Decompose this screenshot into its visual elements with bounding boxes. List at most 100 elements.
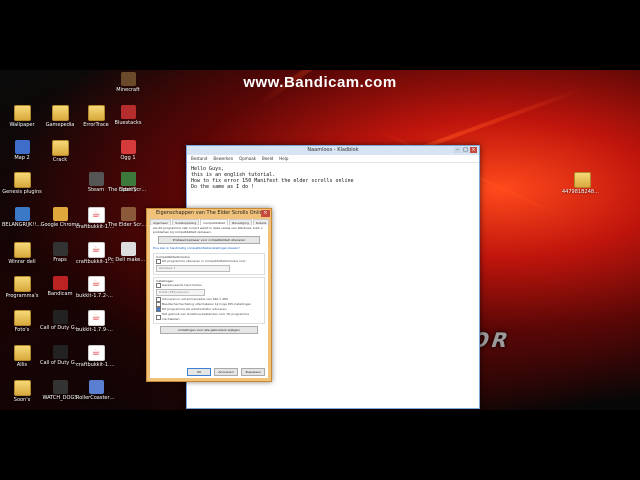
desktop-icon[interactable]: Ogg 1 (108, 140, 148, 161)
desktop-icon-label: The Elder Scrolls Online (108, 187, 148, 193)
desktop-icon[interactable]: Fraps (40, 242, 80, 263)
compat-os-select[interactable]: Windows 7 (156, 265, 230, 272)
app-icon (52, 276, 68, 290)
menu-bestand[interactable]: Bestand (191, 155, 207, 162)
desktop-icon-label: BELANGRIJK!!!!! (2, 222, 42, 228)
settings-group: Instellingen Gereduceerde kleurmodus 8-b… (153, 277, 265, 324)
desktop-icon-label: ErrorTrace (83, 122, 109, 128)
desktop-icon-label: Foto's (14, 327, 30, 333)
java-icon (87, 345, 105, 361)
app-icon (120, 140, 136, 154)
notepad-text-area[interactable]: Hello Guys, this is an english tutorial.… (187, 163, 479, 193)
checkbox-box[interactable] (156, 314, 161, 320)
desktop-icon[interactable]: Map 2 (2, 140, 42, 161)
setting-reduced-color[interactable]: Gereduceerde kleurmodus (156, 283, 262, 288)
desktop-icon-label: Wallpaper (9, 122, 35, 128)
desktop-icon[interactable]: bukkit-1.7.2-R0.1 (76, 276, 116, 299)
app-icon (52, 207, 68, 221)
app-icon (120, 72, 136, 86)
app-icon (52, 345, 68, 359)
desktop-icon-label: Call of Duty Ghosts (40, 360, 80, 366)
desktop-icon[interactable]: Wallpaper (2, 105, 42, 128)
app-icon (14, 207, 30, 221)
desktop-icon-label: bukkit-1.7.2-R0.1 (76, 293, 116, 299)
apply-button[interactable]: Toepassen (241, 368, 265, 376)
setting-label: Gereduceerde kleurmodus (162, 283, 202, 287)
dialog-close-button[interactable]: × (261, 210, 270, 217)
desktop-icon[interactable]: The Elder Scrolls Online (108, 207, 148, 228)
desktop-icon-label: RollerCoaster Tycoon 3 (76, 395, 116, 401)
app-icon (120, 172, 136, 186)
desktop-icon-label: Programma's (5, 293, 39, 299)
desktop-icon[interactable]: BELANGRIJK!!!!! (2, 207, 42, 228)
menu-help[interactable]: Help (279, 155, 288, 162)
maximize-button[interactable]: □ (462, 147, 469, 153)
desktop-icon[interactable]: Genesis plugins (2, 172, 42, 195)
menu-beeld[interactable]: Beeld (262, 155, 273, 162)
tab-snelkoppeling[interactable]: Snelkoppeling (172, 219, 200, 225)
desktop-icon[interactable]: Bandicam (40, 276, 80, 297)
tab-compatibiliteit[interactable]: Compatibiliteit (200, 219, 229, 225)
desktop-icon-label: WATCH_DOGS (42, 395, 78, 401)
desktop-icon[interactable]: Allis (2, 345, 42, 368)
properties-dialog[interactable]: Eigenschappen van The Elder Scrolls Onli… (146, 208, 272, 382)
checkbox-box-checked[interactable] (156, 307, 161, 312)
tab-algemeen[interactable]: Algemeen (150, 219, 172, 225)
desktop-icon-label: Allis (16, 362, 28, 368)
dialog-titlebar[interactable]: Eigenschappen van The Elder Scrolls Onli… (147, 209, 271, 218)
desktop-icon[interactable]: Foto's (2, 310, 42, 333)
desktop-icon[interactable]: WATCH_DOGS (40, 380, 80, 401)
desktop-icon[interactable]: Call of Duty Ghosts - Multiplayer (40, 310, 80, 331)
notepad-title: Naamloos - Kladblok (307, 147, 359, 153)
setting-onedrive[interactable]: Het gebruik van OneDrive-bestanden voor … (156, 312, 262, 322)
recording-watermark: www.Bandicam.com (243, 74, 397, 91)
desktop-icon-label: Crack (52, 157, 68, 163)
troubleshoot-button[interactable]: Probleemoplosser voor compatibiliteit ui… (158, 236, 260, 244)
folder-icon (13, 172, 31, 188)
minimize-button[interactable]: – (454, 147, 461, 153)
java-icon (87, 242, 105, 258)
menu-bewerken[interactable]: Bewerken (213, 155, 233, 162)
close-button[interactable]: × (470, 147, 477, 153)
desktop-icon[interactable]: Gamepedia (40, 105, 80, 128)
desktop-icon[interactable]: Soon's (2, 380, 42, 403)
desktop-icon[interactable]: Minecraft (108, 72, 148, 93)
compat-check-label: Dit programma uitvoeren in compatibilite… (162, 259, 247, 263)
desktop-icon[interactable]: The Elder Scrolls Online (108, 172, 148, 193)
desktop-icon[interactable]: craftbukkit-1.7.9-R... (76, 345, 116, 368)
desktop-icon[interactable]: Winrar dell (2, 242, 42, 265)
ok-button[interactable]: OK (187, 368, 211, 376)
compat-mode-checkbox[interactable]: Dit programma uitvoeren in compatibilite… (156, 259, 262, 264)
color-mode-select[interactable]: 8-bits (256) kleuren (156, 289, 205, 296)
desktop-icon[interactable]: Call of Duty Ghosts (40, 345, 80, 366)
all-users-button[interactable]: Instellingen voor alle gebruikers wijzig… (160, 326, 258, 334)
desktop-icon[interactable]: Crack (40, 140, 80, 163)
desktop-icon-label: Google Chrome (40, 222, 80, 228)
manual-compat-link[interactable]: Hoe kan ik handmatig compatibiliteitsins… (150, 245, 268, 251)
desktop-icon[interactable]: 447981B2480B7... (562, 172, 602, 195)
checkbox-box[interactable] (156, 259, 161, 264)
desktop-icon-label: Fraps (53, 257, 67, 263)
dialog-tabs: Algemeen Snelkoppeling Compatibiliteit B… (150, 219, 270, 225)
desktop-icon[interactable]: Google Chrome (40, 207, 80, 228)
desktop-icon[interactable]: Programma's (2, 276, 42, 299)
app-icon (52, 380, 68, 394)
tab-beveiliging[interactable]: Beveiliging (229, 219, 252, 225)
app-icon (14, 140, 30, 154)
folder-icon (573, 172, 591, 188)
desktop-icon-label: Pc Dell maken op fijn (108, 257, 148, 263)
app-icon (88, 380, 104, 394)
checkbox-box[interactable] (156, 283, 161, 288)
folder-icon (87, 105, 105, 121)
desktop-icon[interactable]: bukkit-1.7.9-R0.1 (76, 310, 116, 333)
cancel-button[interactable]: Annuleren (214, 368, 238, 376)
desktop-icon[interactable]: ErrorTrace (76, 105, 116, 128)
desktop-icon[interactable]: Pc Dell maken op fijn (108, 242, 148, 263)
desktop-icon-label: craftbukkit-1.7.9-R... (76, 362, 116, 368)
desktop-icon-label: Bandicam (47, 291, 73, 297)
app-icon (52, 310, 68, 324)
tab-details[interactable]: Details (252, 219, 270, 225)
notepad-titlebar[interactable]: Naamloos - Kladblok – □ × (187, 146, 479, 155)
menu-opmaak[interactable]: Opmaak (239, 155, 256, 162)
desktop-icon[interactable]: RollerCoaster Tycoon 3 (76, 380, 116, 401)
